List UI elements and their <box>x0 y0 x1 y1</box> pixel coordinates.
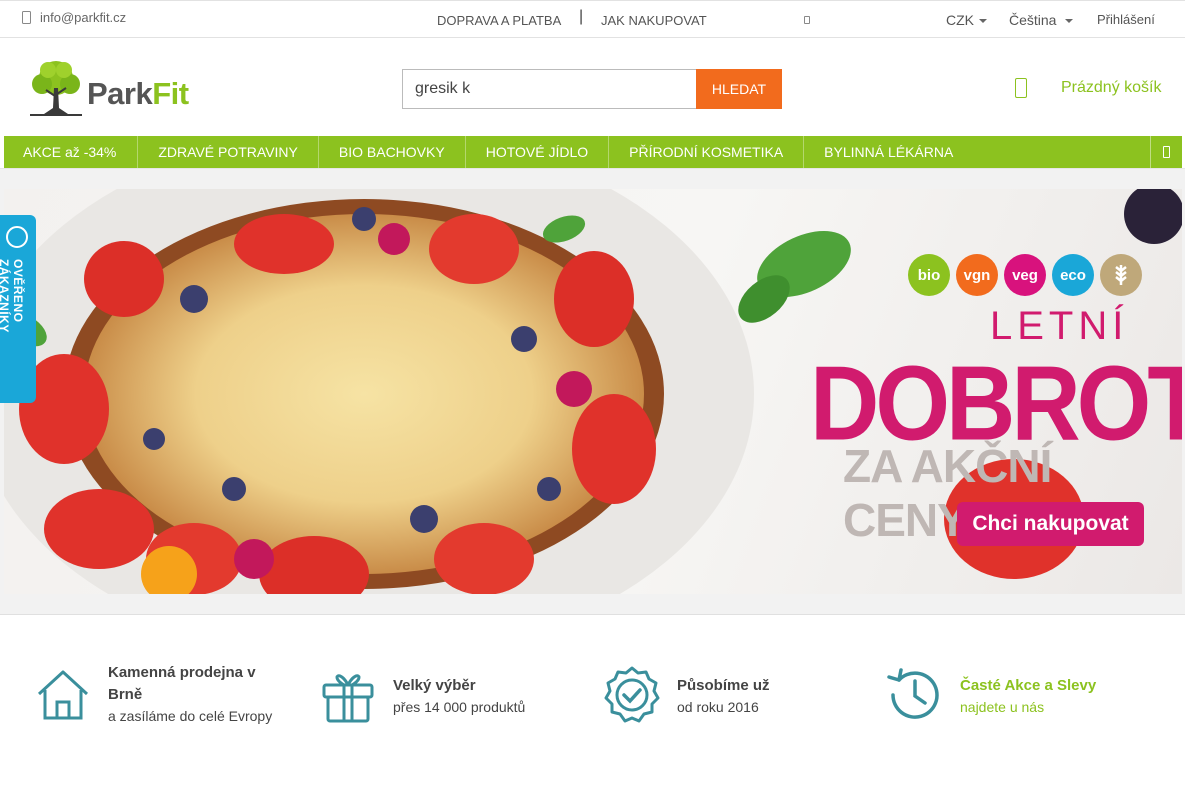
features-row: Kamenná prodejna v Brně a zasíláme do ce… <box>0 650 1185 750</box>
feature-since-subtitle: od roku 2016 <box>677 699 759 715</box>
tree-icon <box>30 61 82 116</box>
menu-item-ready-meals[interactable]: HOTOVÉ JÍDLO <box>466 136 610 168</box>
diet-badges: bio vgn veg eco <box>908 254 1148 296</box>
email-text: info@parkfit.cz <box>40 10 127 25</box>
logo-wordmark[interactable]: ParkFit <box>87 76 189 112</box>
main-menu: AKCE až -34% ZDRAVÉ POTRAVINY BIO BACHOV… <box>4 136 1182 168</box>
menu-more-icon <box>1163 146 1170 158</box>
menu-item-natural-cosmetics[interactable]: PŘÍRODNÍ KOSMETIKA <box>609 136 805 168</box>
cart-label: Prázdný košík <box>1061 79 1162 96</box>
feature-store-text: Kamenná prodejna v Brně a zasíláme do ce… <box>108 662 283 726</box>
currency-select[interactable]: CZK <box>946 12 987 28</box>
language-label: Čeština <box>1009 12 1057 28</box>
feature-store-title: Kamenná prodejna v Brně <box>108 664 256 703</box>
feature-discounts-title: Časté Akce a Slevy <box>960 677 1097 694</box>
verified-label: OVĚŘENO ZÁKAZNÍKY <box>0 259 25 333</box>
chevron-down-icon <box>979 19 987 24</box>
verified-seal-icon <box>6 226 28 248</box>
feature-store: Kamenná prodejna v Brně a zasíláme do ce… <box>33 662 283 726</box>
search-input[interactable] <box>402 69 696 109</box>
feature-since: Působíme už od roku 2016 <box>602 666 770 725</box>
promo-subtitle: LETNÍ <box>990 304 1129 348</box>
feature-selection: Velký výběr přes 14 000 produktů <box>318 674 525 725</box>
promo-banner[interactable]: bio vgn veg eco LETNÍ DOBROTY ZA AKČNÍ C… <box>4 189 1182 594</box>
certified-badge-icon <box>604 666 660 723</box>
badge-veg: veg <box>1004 254 1046 296</box>
badge-eco: eco <box>1052 254 1094 296</box>
feature-selection-text: Velký výběr přes 14 000 produktů <box>393 675 525 725</box>
menu-item-healthy-food[interactable]: ZDRAVÉ POTRAVINY <box>138 136 319 168</box>
wheat-icon <box>1100 254 1142 296</box>
menu-item-sale[interactable]: AKCE až -34% <box>4 136 139 168</box>
page: info@parkfit.cz DOPRAVA A PLATBA | JAK N… <box>0 0 1200 800</box>
feature-since-title: Působíme už <box>677 677 770 694</box>
house-icon <box>37 670 89 720</box>
envelope-icon <box>22 11 31 24</box>
logo-text-fit: Fit <box>152 76 189 111</box>
badge-bio: bio <box>908 254 950 296</box>
menu-item-herbal-pharmacy[interactable]: BYLINNÁ LÉKÁRNA <box>804 136 973 168</box>
feature-discounts-subtitle: najdete u nás <box>960 699 1045 715</box>
feature-selection-title: Velký výběr <box>393 677 476 694</box>
nav-separator: | <box>579 8 584 25</box>
search-button[interactable]: HLEDAT <box>696 69 782 109</box>
verified-customers-tab[interactable]: OVĚŘENO ZÁKAZNÍKY <box>0 215 36 403</box>
dropdown-icon[interactable] <box>804 16 810 24</box>
cart-link[interactable]: Prázdný košík <box>1015 78 1161 98</box>
logo-text-park: Park <box>87 76 153 111</box>
email-link[interactable]: info@parkfit.cz <box>22 10 126 25</box>
feature-since-text: Působíme už od roku 2016 <box>677 675 770 725</box>
nav-link-how-to-buy[interactable]: JAK NAKUPOVAT <box>601 13 707 28</box>
nav-link-shipping[interactable]: DOPRAVA A PLATBA <box>437 13 561 28</box>
history-clock-icon <box>887 668 939 719</box>
feature-discounts-text: Časté Akce a Slevy najdete u nás <box>960 675 1096 725</box>
menu-item-bio-bach[interactable]: BIO BACHOVKY <box>319 136 466 168</box>
top-bar: info@parkfit.cz DOPRAVA A PLATBA | JAK N… <box>0 0 1185 38</box>
currency-label: CZK <box>946 12 974 28</box>
search-bar: HLEDAT <box>402 69 782 109</box>
feature-selection-subtitle: přes 14 000 produktů <box>393 699 526 715</box>
menu-more-button[interactable] <box>1150 136 1182 168</box>
feature-discounts[interactable]: Časté Akce a Slevy najdete u nás <box>885 668 1096 725</box>
login-link[interactable]: Přihlášení <box>1097 12 1155 27</box>
feature-store-subtitle: a zasíláme do celé Evropy <box>108 708 273 724</box>
cart-icon <box>1015 78 1027 98</box>
chevron-down-icon <box>1065 19 1074 24</box>
gift-icon <box>322 674 374 723</box>
badge-vgn: vgn <box>956 254 998 296</box>
language-select[interactable]: Čeština <box>1009 12 1074 28</box>
promo-cta-button[interactable]: Chci nakupovat <box>957 502 1144 546</box>
